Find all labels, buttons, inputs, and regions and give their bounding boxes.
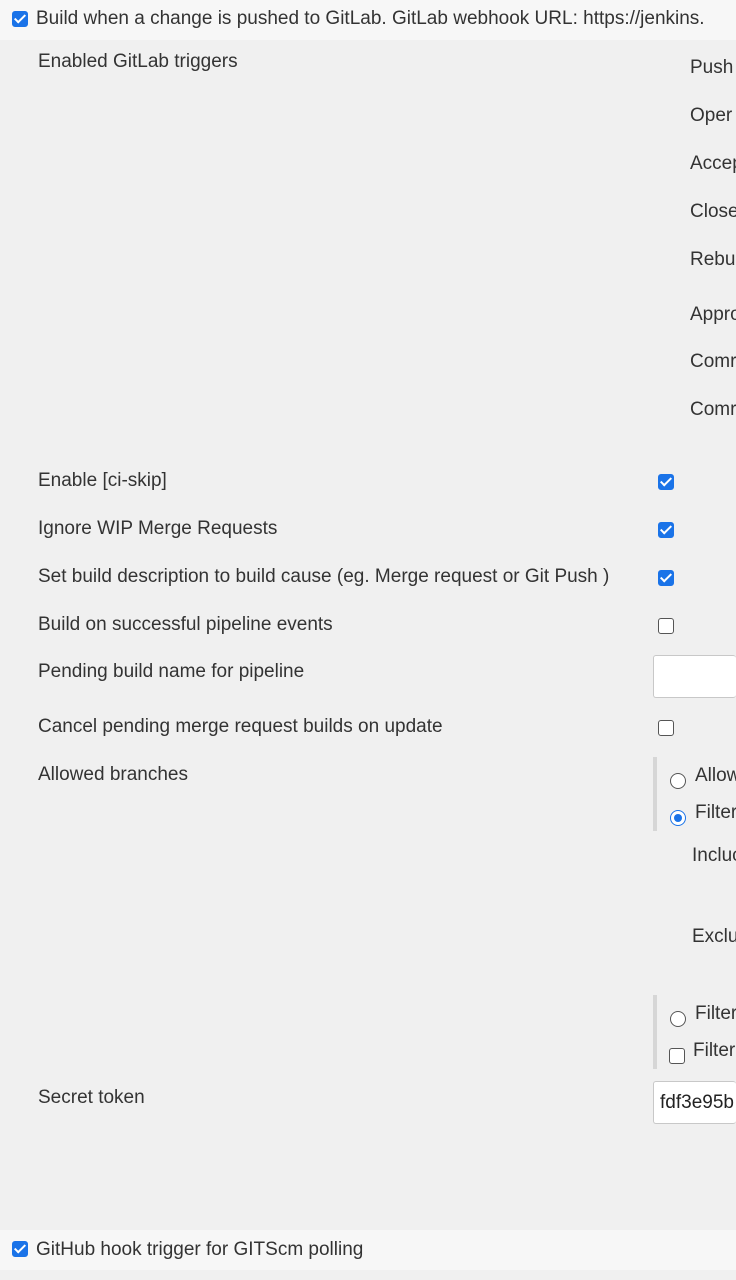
pending-build-input[interactable] <box>653 655 736 698</box>
allow-all-radio[interactable] <box>670 773 686 789</box>
filter-label-checkbox[interactable] <box>669 1048 685 1064</box>
gitlab-trigger-label: Build when a change is pushed to GitLab.… <box>36 8 705 29</box>
build-description-checkbox[interactable] <box>658 570 674 586</box>
filter-by-name-label: Filter <box>695 802 736 823</box>
allowed-branches-label: Allowed branches <box>38 764 188 785</box>
trigger-item-close[interactable]: Close <box>690 201 736 223</box>
secret-token-input[interactable]: fdf3e95b <box>653 1081 736 1124</box>
trigger-item-comment[interactable]: Comr <box>690 351 736 373</box>
exclude-label: Exclu <box>692 926 736 947</box>
cancel-pending-label: Cancel pending merge request builds on u… <box>38 716 443 737</box>
cancel-pending-checkbox[interactable] <box>658 720 674 736</box>
secret-token-label: Secret token <box>38 1087 145 1108</box>
ignore-wip-label: Ignore WIP Merge Requests <box>38 518 278 539</box>
filter-label-text: Filter <box>693 1040 736 1061</box>
trigger-item-comment-2[interactable]: Comr <box>690 399 736 421</box>
pipeline-events-label: Build on successful pipeline events <box>38 614 333 635</box>
pending-build-label: Pending build name for pipeline <box>38 661 305 682</box>
ci-skip-label: Enable [ci-skip] <box>38 470 167 491</box>
ci-skip-checkbox[interactable] <box>658 474 674 490</box>
filter-by-name-radio[interactable] <box>670 810 686 826</box>
trigger-item-open[interactable]: Oper <box>690 105 732 127</box>
ignore-wip-checkbox[interactable] <box>658 522 674 538</box>
trigger-item-approved[interactable]: Appro <box>690 304 736 326</box>
filter-regex-radio[interactable] <box>670 1011 686 1027</box>
allow-all-label: Allow <box>695 765 736 786</box>
github-trigger-checkbox[interactable] <box>12 1241 28 1257</box>
trigger-item-push[interactable]: Push <box>690 57 733 79</box>
enabled-triggers-heading: Enabled GitLab triggers <box>38 51 238 72</box>
build-description-label: Set build description to build cause (eg… <box>38 566 610 587</box>
radio-group-bar <box>653 757 657 831</box>
radio-group-bar-2 <box>653 995 657 1069</box>
trigger-item-rebuild[interactable]: Rebu <box>690 249 735 271</box>
trigger-item-accept[interactable]: Accep <box>690 153 736 175</box>
filter-regex-label: Filter <box>695 1003 736 1024</box>
include-label: Incluc <box>692 845 736 866</box>
gitlab-trigger-checkbox[interactable] <box>12 11 28 27</box>
pipeline-events-checkbox[interactable] <box>658 618 674 634</box>
github-trigger-label: GitHub hook trigger for GITScm polling <box>36 1239 364 1260</box>
